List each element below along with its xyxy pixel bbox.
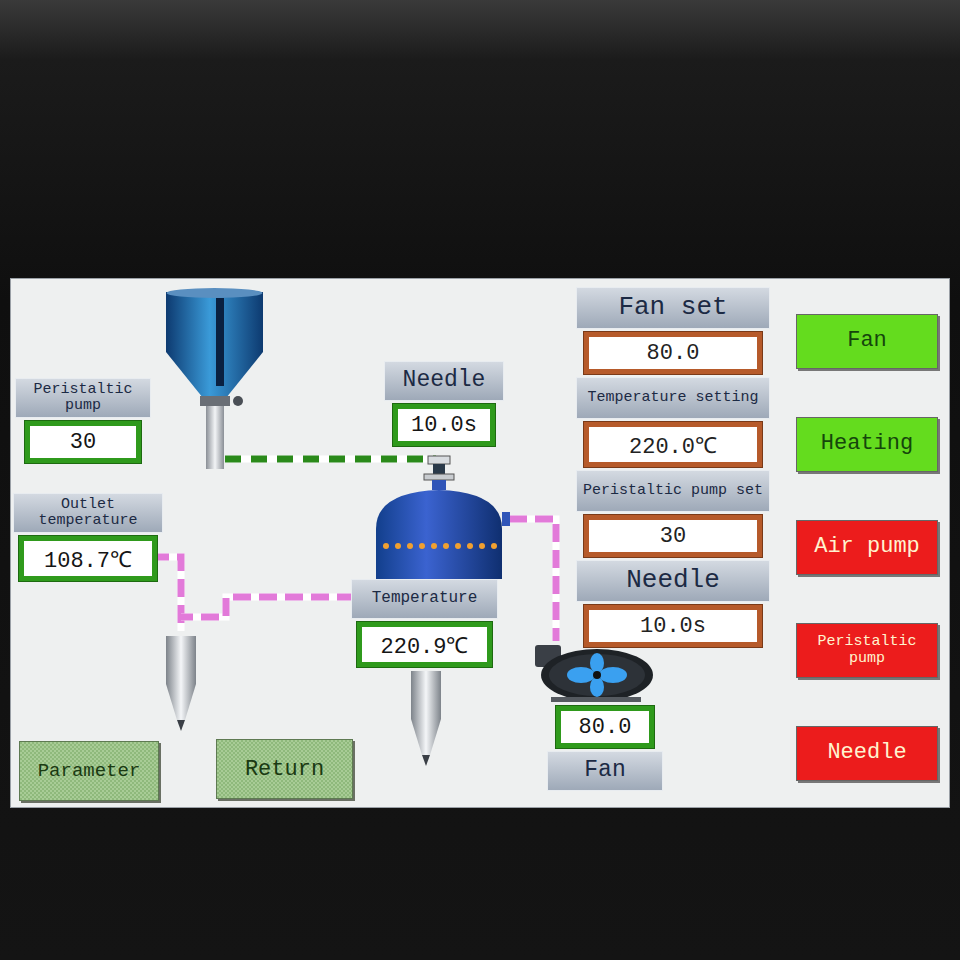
readout-value: 108.7℃ (19, 536, 157, 581)
setting-label: Peristaltic pump set (576, 470, 770, 512)
readout: Outlet temperature108.7℃ (13, 493, 163, 581)
readout-value: 220.9℃ (357, 622, 492, 667)
nav-button[interactable]: Parameter (19, 741, 159, 801)
setting-input[interactable]: 30 (584, 515, 762, 557)
setting: Fan set80.0 (576, 287, 770, 374)
readout-label: Fan (547, 751, 663, 791)
hopper-icon (166, 288, 263, 469)
readout-value: 80.0 (556, 706, 655, 748)
setting-label: Temperature setting (576, 377, 770, 419)
setting-label: Fan set (576, 287, 770, 329)
readout-label: Temperature (351, 579, 498, 619)
readout: Needle10.0s (384, 361, 504, 446)
setting-input[interactable]: 220.0℃ (584, 422, 762, 467)
fan-icon (531, 641, 656, 703)
toggle-column: Fan Heating Air pump Peristaltic pump Needle (770, 279, 949, 807)
readout: Fan80.0 (547, 706, 663, 791)
setting-input[interactable]: 10.0s (584, 605, 762, 647)
toggle-button[interactable]: Needle (796, 726, 938, 781)
readout-label: Peristaltic pump (15, 378, 151, 418)
readout-label: Outlet temperature (13, 493, 163, 533)
readout-value: 30 (25, 421, 141, 463)
readout: Temperature220.9℃ (351, 579, 498, 667)
setting: Peristaltic pump set30 (576, 470, 770, 557)
toggle-button[interactable]: Fan (796, 314, 938, 369)
cyclone-icon (166, 636, 196, 731)
toggle-button[interactable]: Peristaltic pump (796, 623, 938, 678)
bezel (0, 0, 960, 278)
reactor-icon (366, 454, 516, 579)
setting: Needle10.0s (576, 560, 770, 647)
readout: Peristaltic pump30 (15, 378, 151, 463)
hmi-device: Peristaltic pump30Needle10.0sOutlet temp… (0, 0, 960, 960)
toggle-button[interactable]: Air pump (796, 520, 938, 575)
readout-value: 10.0s (393, 404, 495, 446)
hmi-screen: Peristaltic pump30Needle10.0sOutlet temp… (10, 278, 950, 808)
cyclone-icon (411, 671, 441, 766)
setting-label: Needle (576, 560, 770, 602)
nav-button[interactable]: Return (216, 739, 353, 799)
setting-input[interactable]: 80.0 (584, 332, 762, 374)
setting: Temperature setting220.0℃ (576, 377, 770, 467)
toggle-button[interactable]: Heating (796, 417, 938, 472)
process-diagram: Peristaltic pump30 Needle10.0s Outlet temp… (11, 279, 576, 807)
readout-label: Needle (384, 361, 504, 401)
